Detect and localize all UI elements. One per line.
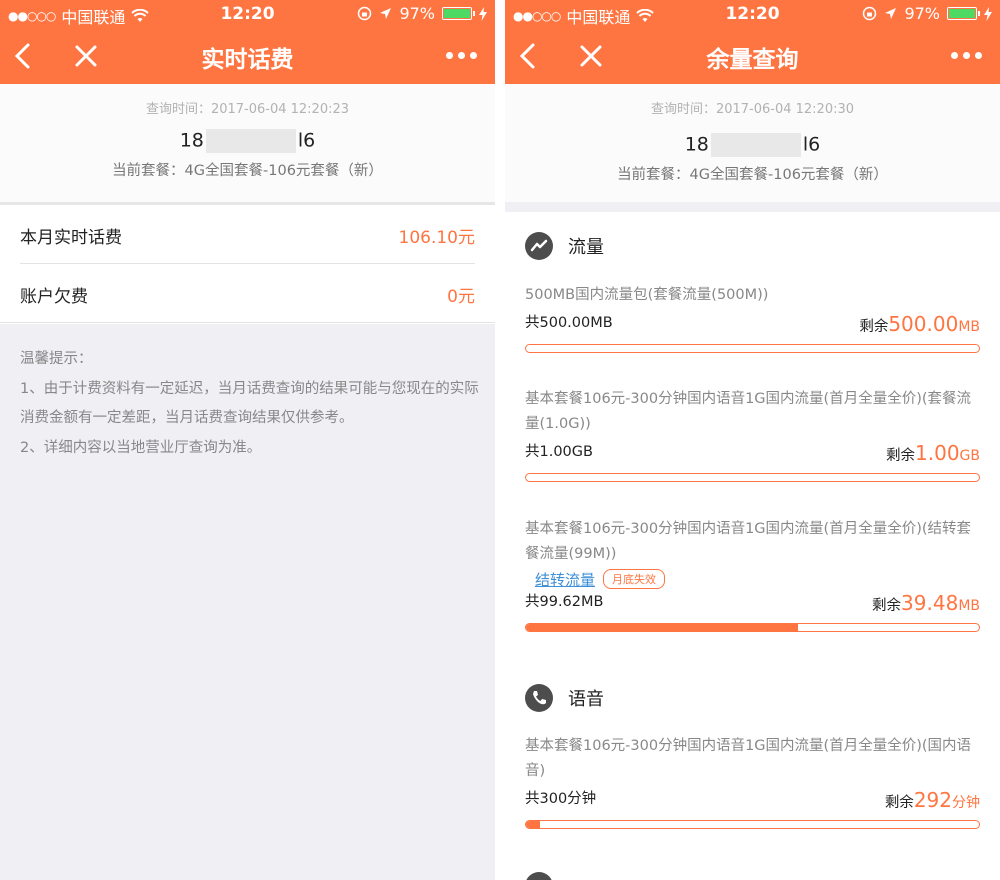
package-remain: 剩余1.00GB	[886, 441, 980, 465]
navigation-bar: 实时话费	[0, 28, 495, 84]
navigation-bar: 余量查询	[505, 28, 1000, 84]
tips-line-1: 1、由于计费资料有一定延迟，当月话费查询的结果可能与您现在的实际消费金额有一定差…	[20, 380, 479, 427]
package-total: 共1.00GB	[525, 444, 593, 460]
package-total: 共99.62MB	[525, 594, 604, 610]
usage-bar	[525, 473, 980, 482]
package-name: 基本套餐106元-300分钟国内语音1G国内流量(首月全量全价)(套餐流量(1.…	[525, 391, 972, 432]
tips-line-2: 2、详细内容以当地营业厅查询为准。	[20, 439, 262, 456]
query-time: 查询时间：2017-06-04 12:20:30	[650, 102, 855, 117]
data-section-title: 流量	[568, 237, 604, 258]
realtime-bill-row: 本月实时话费 106.10元	[0, 205, 495, 265]
right-screen: ●●○○○ 中国联通 12:20 97% 余量查询 查询时间：2017-06-0…	[505, 0, 1000, 880]
battery-icon	[947, 7, 980, 20]
arrears-row: 账户欠费 0元	[0, 264, 495, 324]
page-title: 实时话费	[201, 47, 294, 73]
trend-icon	[525, 232, 553, 260]
location-icon	[885, 8, 897, 19]
package-remain: 剩余500.00MB	[859, 312, 980, 336]
more-icon[interactable]	[951, 52, 982, 59]
battery-icon	[442, 7, 475, 20]
package-total: 共300分钟	[525, 791, 597, 807]
location-icon	[380, 8, 392, 19]
battery-percent: 97%	[904, 4, 940, 23]
phone-mask	[710, 133, 801, 157]
left-screen: ●●○○○ 中国联通 12:20 97% 实时话费 查询时间：2017-06-0…	[0, 0, 495, 880]
tips: 温馨提示： 1、由于计费资料有一定延迟，当月话费查询的结果可能与您现在的实际消费…	[20, 345, 480, 463]
package-remain: 剩余39.48MB	[872, 591, 980, 615]
voice-section-header: 语音	[525, 684, 604, 712]
package-remain: 剩余292分钟	[884, 788, 980, 812]
realtime-bill-value: 106.10元	[398, 228, 475, 248]
status-bar: ●●○○○ 中国联通 12:20 97%	[505, 0, 1000, 28]
phone-mask	[205, 129, 296, 153]
arrears-label: 账户欠费	[20, 287, 88, 307]
phone-number: 18 l6	[684, 133, 821, 157]
status-bar: ●●○○○ 中国联通 12:20 97%	[0, 0, 495, 28]
page-title: 余量查询	[706, 47, 799, 73]
package-total: 共500.00MB	[525, 315, 613, 331]
current-plan: 当前套餐：4G全国套餐-106元套餐（新）	[617, 167, 888, 183]
section-icon-partial	[525, 872, 553, 880]
list-item: 基本套餐106元-300分钟国内语音1G国内流量(首月全量全价)(套餐流量(1.…	[525, 387, 980, 482]
realtime-bill-label: 本月实时话费	[20, 228, 122, 248]
battery-percent: 97%	[399, 4, 435, 23]
list-item: 基本套餐106元-300分钟国内语音1G国内流量(首月全量全价)(结转套餐流量(…	[525, 517, 980, 632]
voice-section-title: 语音	[568, 689, 604, 710]
usage-bar	[525, 820, 980, 829]
rotation-lock-icon	[863, 6, 877, 21]
query-time: 查询时间：2017-06-04 12:20:23	[145, 102, 350, 117]
expiry-badge: 月底失效	[603, 569, 666, 589]
list-item: 500MB国内流量包(套餐流量(500M)) 共500.00MB 剩余500.0…	[525, 283, 980, 353]
carryover-link[interactable]: 结转流量	[535, 569, 595, 590]
tips-title: 温馨提示：	[20, 351, 93, 367]
rotation-lock-icon	[358, 6, 372, 21]
package-name: 基本套餐106元-300分钟国内语音1G国内流量(首月全量全价)(国内语音)	[525, 738, 972, 779]
data-section-header: 流量	[525, 232, 604, 260]
account-header: 查询时间：2017-06-04 12:20:23 18 l6 当前套餐：4G全国套…	[0, 84, 495, 202]
more-icon[interactable]	[446, 52, 477, 59]
usage-bar	[525, 344, 980, 353]
usage-bar-fill	[526, 624, 798, 631]
charging-icon	[479, 6, 487, 21]
usage-bar	[525, 623, 980, 632]
package-name: 500MB国内流量包(套餐流量(500M))	[525, 287, 769, 303]
charging-icon	[984, 6, 992, 21]
usage-bar-fill	[526, 821, 540, 828]
phone-icon	[525, 684, 553, 712]
list-item: 基本套餐106元-300分钟国内语音1G国内流量(首月全量全价)(国内语音) 共…	[525, 734, 980, 829]
current-plan: 当前套餐：4G全国套餐-106元套餐（新）	[112, 163, 383, 179]
phone-number: 18 l6	[179, 129, 316, 153]
arrears-value: 0元	[447, 287, 475, 307]
package-name: 基本套餐106元-300分钟国内语音1G国内流量(首月全量全价)(结转套餐流量(…	[525, 521, 972, 562]
account-header: 查询时间：2017-06-04 12:20:30 18 l6 当前套餐：4G全国套…	[505, 84, 1000, 202]
